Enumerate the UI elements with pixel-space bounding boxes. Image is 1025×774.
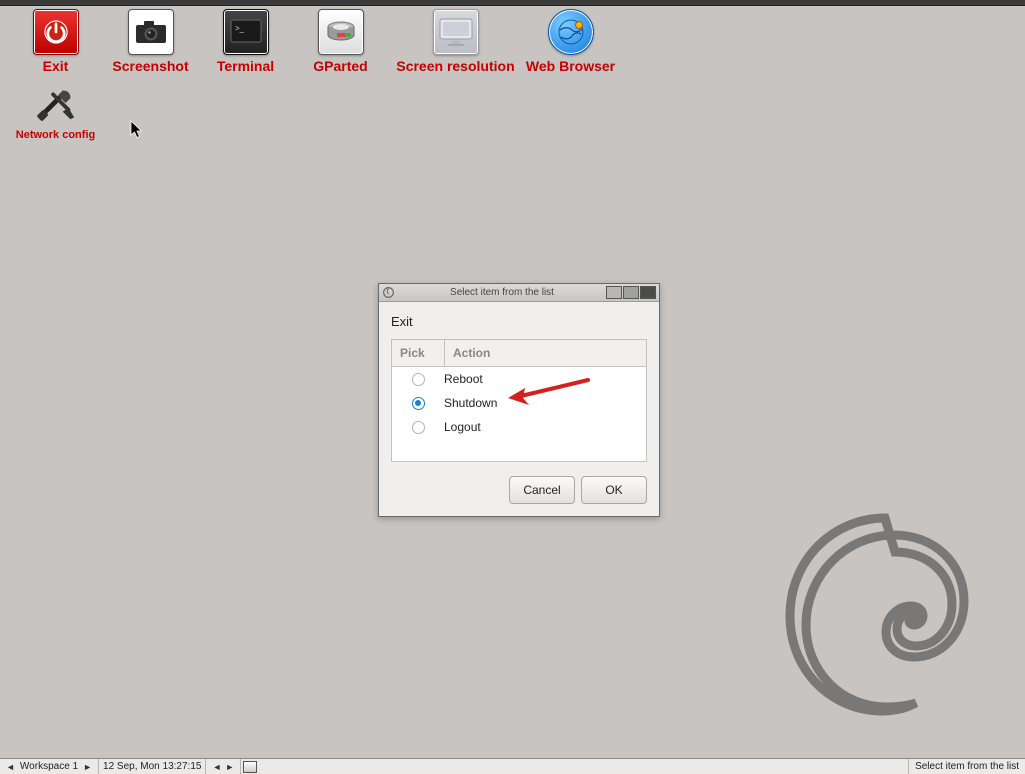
icon-label: Web Browser: [526, 58, 615, 74]
icon-label: Exit: [43, 58, 69, 74]
column-header-action: Action: [445, 340, 498, 366]
debian-swirl-logo: [745, 478, 995, 738]
icon-label: GParted: [313, 58, 367, 74]
windowlist-prev-icon[interactable]: ◄: [210, 762, 223, 772]
workspace-label: Workspace 1: [17, 761, 81, 772]
desktop-icon-screen-resolution[interactable]: Screen resolution: [388, 9, 523, 74]
option-row-shutdown[interactable]: Shutdown: [392, 391, 646, 415]
active-window-title[interactable]: Select item from the list: [908, 759, 1025, 774]
workspace-switcher[interactable]: ◄ Workspace 1 ►: [0, 759, 99, 774]
option-row-reboot[interactable]: Reboot: [392, 367, 646, 391]
icon-label: Terminal: [217, 58, 274, 74]
dialog-title: Select item from the list: [399, 287, 605, 298]
radio-shutdown[interactable]: [412, 397, 425, 410]
option-label: Shutdown: [444, 396, 497, 410]
desktop-icon-screenshot[interactable]: Screenshot: [103, 9, 198, 74]
desktop-icon-gparted[interactable]: GParted: [293, 9, 388, 74]
cancel-button[interactable]: Cancel: [509, 476, 575, 504]
top-menu-bar[interactable]: [0, 0, 1025, 6]
dialog-titlebar[interactable]: Select item from the list: [379, 284, 659, 302]
window-maximize-button[interactable]: [623, 286, 639, 299]
svg-text:>_: >_: [235, 24, 245, 33]
icon-label: Screen resolution: [396, 58, 514, 74]
option-label: Reboot: [444, 372, 483, 386]
icon-label: Screenshot: [112, 58, 188, 74]
dialog-button-row: Cancel OK: [391, 476, 647, 504]
desktop-icon-row-2: Network config: [0, 76, 1025, 143]
disk-icon: [318, 9, 364, 55]
window-minimize-button[interactable]: [606, 286, 622, 299]
option-row-logout[interactable]: Logout: [392, 415, 646, 439]
tools-icon: [34, 82, 78, 126]
camera-icon: [128, 9, 174, 55]
desktop-icon-terminal[interactable]: >_ Terminal: [198, 9, 293, 74]
radio-logout[interactable]: [412, 421, 425, 434]
clock-segment[interactable]: 12 Sep, Mon 13:27:15: [99, 759, 206, 774]
option-label: Logout: [444, 420, 481, 434]
icon-label: Network config: [16, 129, 95, 141]
column-header-pick: Pick: [392, 340, 445, 366]
desktop-icon-web-browser[interactable]: Web Browser: [523, 9, 618, 74]
grid-header: Pick Action: [392, 340, 646, 367]
radio-reboot[interactable]: [412, 373, 425, 386]
desktop-icon-exit[interactable]: Exit: [8, 9, 103, 74]
terminal-icon: >_: [223, 9, 269, 55]
taskbar[interactable]: ◄ Workspace 1 ► 12 Sep, Mon 13:27:15 ◄ ►…: [0, 758, 1025, 774]
active-window-label: Select item from the list: [915, 761, 1019, 772]
globe-icon: [548, 9, 594, 55]
windowlist-next-icon[interactable]: ►: [223, 762, 236, 772]
power-icon: [33, 9, 79, 55]
datetime-label: 12 Sep, Mon 13:27:15: [103, 761, 201, 772]
monitor-icon: [433, 9, 479, 55]
options-grid: Pick Action Reboot Shutdown Logout: [391, 339, 647, 462]
workspace-prev-icon[interactable]: ◄: [4, 762, 17, 772]
show-desktop-button[interactable]: [243, 761, 257, 773]
workspace-next-icon[interactable]: ►: [81, 762, 94, 772]
dialog-body: Exit Pick Action Reboot Shutdown Logout …: [379, 302, 659, 516]
ok-button[interactable]: OK: [581, 476, 647, 504]
exit-dialog: Select item from the list Exit Pick Acti…: [378, 283, 660, 517]
dialog-heading: Exit: [391, 314, 647, 329]
app-icon: [382, 286, 395, 299]
desktop-icon-row-1: Exit Screenshot >_ Terminal GParted Scre…: [0, 7, 1025, 76]
window-list-nav[interactable]: ◄ ►: [206, 759, 241, 774]
desktop-icon-network-config[interactable]: Network config: [8, 82, 103, 141]
window-close-button[interactable]: [640, 286, 656, 299]
